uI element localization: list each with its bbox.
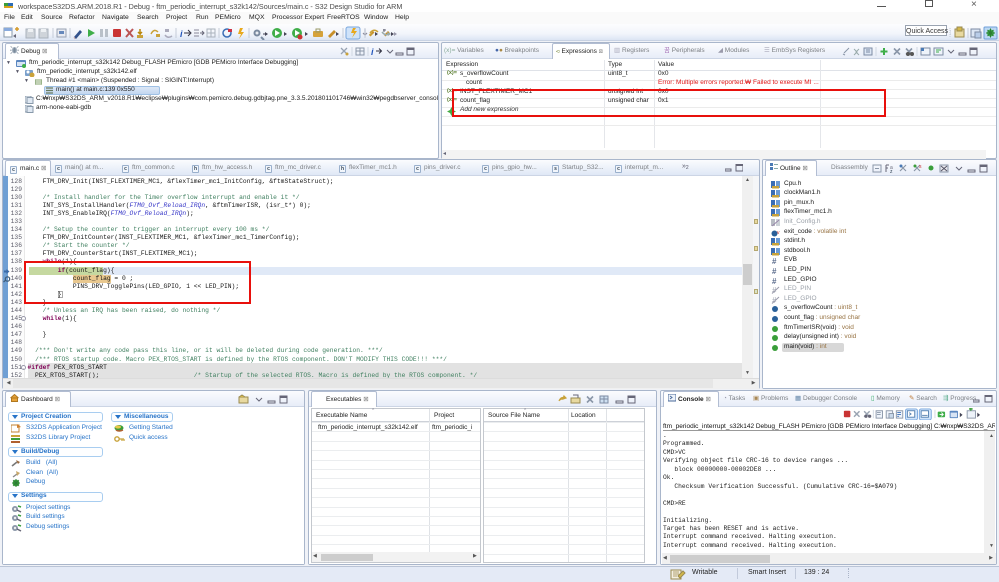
svg-text:i: i — [371, 47, 374, 57]
svg-text:s: s — [919, 164, 922, 170]
svg-text:#: # — [772, 267, 777, 275]
svg-text:#: # — [772, 257, 777, 265]
svg-text:#: # — [772, 277, 777, 285]
svg-text:v: v — [777, 230, 780, 236]
svg-text:i: i — [180, 29, 183, 39]
